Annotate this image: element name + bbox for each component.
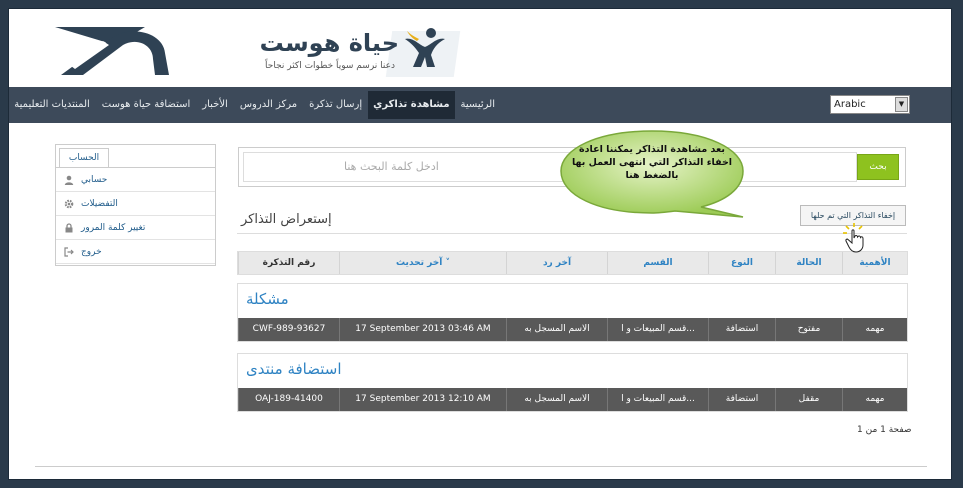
- sidebar-item-label: حسابي: [81, 174, 108, 185]
- column-ticket-id[interactable]: رقم التذكرة: [238, 252, 339, 274]
- user-icon: [64, 175, 74, 185]
- page-frame: حياة هوست دعنا نرسم سوياً خطوات اكثر نجا…: [8, 8, 952, 480]
- sort-chevron-icon: ˅: [445, 258, 450, 268]
- sidebar-item-logout[interactable]: خروج: [56, 240, 215, 264]
- nav-item-submit-ticket[interactable]: إرسال تذكرة: [303, 87, 368, 123]
- cell-priority: مهمه: [842, 318, 907, 341]
- column-last-update-label: آخر تحديث: [396, 258, 443, 268]
- cell-department: قسم المبيعات و ا...: [607, 318, 708, 341]
- column-last-reply[interactable]: آخر رد: [506, 252, 607, 274]
- cell-department: قسم المبيعات و ا...: [607, 388, 708, 411]
- cell-type: استضافة: [708, 318, 775, 341]
- sidebar-item-preferences[interactable]: التفضيلات: [56, 192, 215, 216]
- column-status[interactable]: الحالة: [775, 252, 842, 274]
- footer-divider: [35, 466, 927, 467]
- site-header: حياة هوست دعنا نرسم سوياً خطوات اكثر نجا…: [9, 9, 951, 87]
- gear-icon: [64, 199, 74, 209]
- column-priority[interactable]: الأهمية: [842, 252, 907, 274]
- tickets-table-header: رقم التذكرة ˅ آخر تحديث آخر رد القسم الن…: [237, 251, 908, 275]
- cell-priority: مهمه: [842, 388, 907, 411]
- nav-item-knowledgebase[interactable]: مركز الدروس: [234, 87, 303, 123]
- cell-last-reply: الاسم المسجل به: [506, 388, 607, 411]
- person-logo-icon: [405, 28, 445, 67]
- brand-tagline: دعنا نرسم سوياً خطوات اكثر نجاحاً: [265, 61, 395, 71]
- search-input[interactable]: ادخل كلمة البحث هنا: [243, 152, 857, 182]
- cell-last-reply: الاسم المسجل به: [506, 318, 607, 341]
- hand-cursor-icon: [843, 223, 864, 253]
- language-select[interactable]: Arabic ▼: [830, 95, 910, 114]
- logout-icon: [64, 246, 74, 257]
- main-navbar: الرئيسية مشاهدة تذاكري إرسال تذكرة مركز …: [9, 87, 951, 123]
- sidebar-menu: حسابي التفضيلات تغيير كلمة المرور خروج: [56, 168, 215, 264]
- sidebar-item-label: التفضيلات: [81, 198, 118, 209]
- pagination-label: صفحة 1 من 1: [857, 425, 912, 435]
- nav-item-news[interactable]: الأخبار: [196, 87, 234, 123]
- nav-item-home[interactable]: الرئيسية: [455, 87, 501, 123]
- cell-type: استضافة: [708, 388, 775, 411]
- sidebar-item-label: خروج: [81, 246, 102, 257]
- table-row[interactable]: CWF-989-93627 17 September 2013 03:46 AM…: [238, 318, 907, 341]
- sidebar-item-label: تغيير كلمة المرور: [81, 222, 146, 233]
- cell-ticket-id[interactable]: CWF-989-93627: [238, 318, 339, 341]
- sidebar-item-my-account[interactable]: حسابي: [56, 168, 215, 192]
- nav-item-hosting[interactable]: استضافة حياة هوست: [96, 87, 197, 123]
- tab-account[interactable]: الحساب: [59, 148, 109, 168]
- column-department[interactable]: القسم: [607, 252, 708, 274]
- brand-logo[interactable]: حياة هوست دعنا نرسم سوياً خطوات اكثر نجا…: [229, 27, 469, 79]
- ticket-group-title[interactable]: مشكلة: [246, 290, 289, 308]
- title-divider: [237, 233, 907, 234]
- page-title: إستعراض التذاكر: [241, 212, 332, 227]
- lock-icon: [64, 222, 74, 233]
- cell-status: مفتوح: [775, 318, 842, 341]
- left-logo-icon: [55, 27, 169, 75]
- language-value: Arabic: [834, 99, 866, 110]
- cell-last-update: 17 September 2013 03:46 AM: [339, 318, 506, 341]
- cell-last-update: 17 September 2013 12:10 AM: [339, 388, 506, 411]
- account-sidebar: الحساب حسابي التفضيلات تغيير كلمة المرور: [55, 144, 216, 266]
- callout-text: بعد مشاهدة التذاكر يمكننا اعادة اخفاء ال…: [571, 144, 733, 181]
- search-button[interactable]: بحث: [857, 154, 899, 180]
- ticket-group: استضافة منتدى OAJ-189-41400 17 September…: [237, 353, 908, 412]
- ticket-group: مشكلة CWF-989-93627 17 September 2013 03…: [237, 283, 908, 342]
- cell-ticket-id[interactable]: OAJ-189-41400: [238, 388, 339, 411]
- nav-item-view-tickets[interactable]: مشاهدة تذاكري: [368, 91, 455, 119]
- column-last-update[interactable]: ˅ آخر تحديث: [339, 252, 506, 274]
- column-type[interactable]: النوع: [708, 252, 775, 274]
- chevron-down-icon[interactable]: ▼: [895, 97, 908, 112]
- brand-name: حياة هوست: [259, 29, 399, 57]
- table-row[interactable]: OAJ-189-41400 17 September 2013 12:10 AM…: [238, 388, 907, 411]
- ticket-group-title[interactable]: استضافة منتدى: [246, 360, 342, 378]
- nav-menu: الرئيسية مشاهدة تذاكري إرسال تذكرة مركز …: [9, 87, 501, 123]
- nav-item-forums[interactable]: المنتديات التعليمية: [9, 87, 96, 123]
- sidebar-item-change-password[interactable]: تغيير كلمة المرور: [56, 216, 215, 240]
- cell-status: مقفل: [775, 388, 842, 411]
